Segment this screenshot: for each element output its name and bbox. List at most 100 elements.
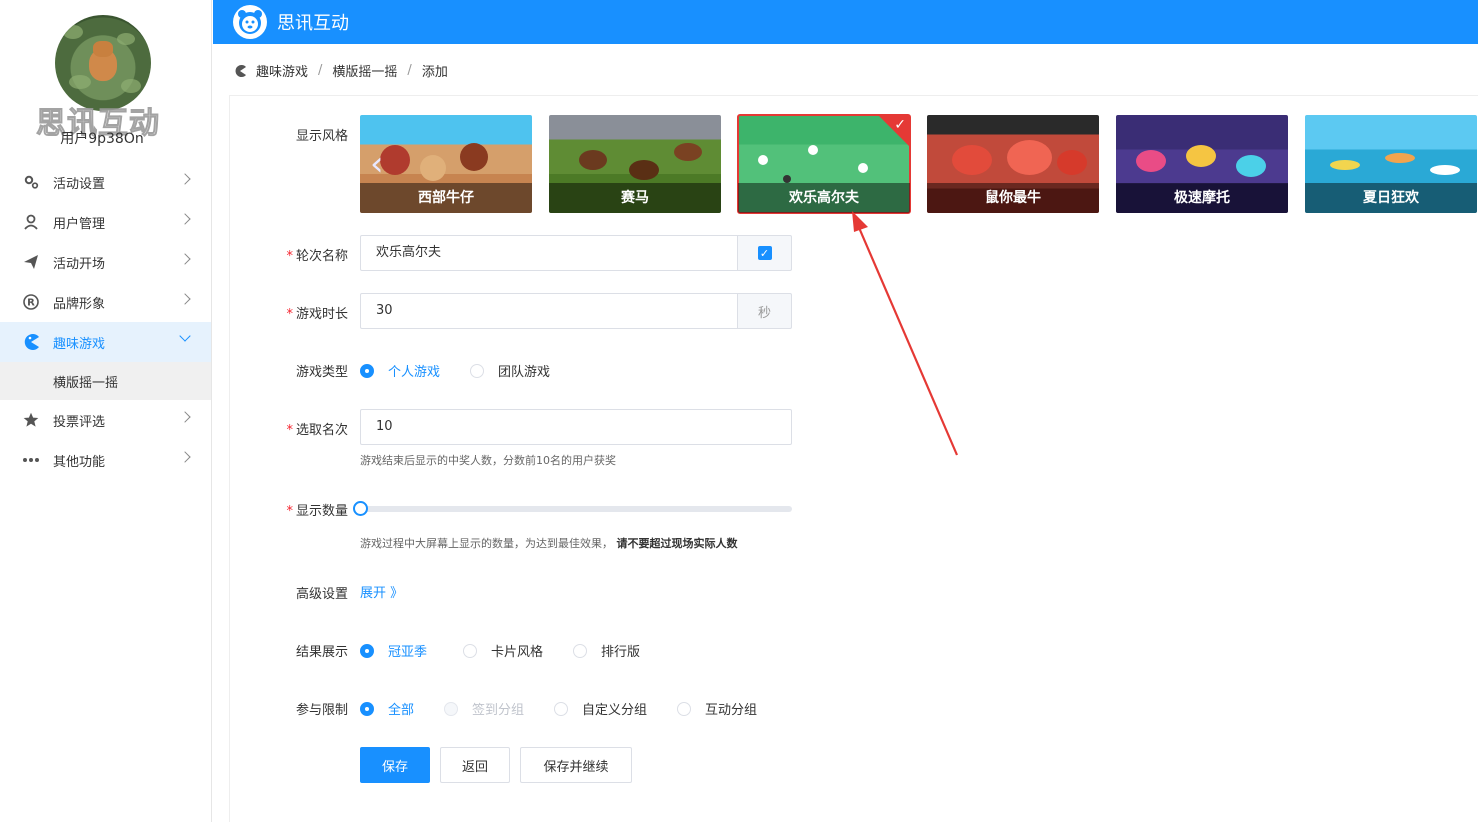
sidebar-subitem-horizontal-shake[interactable]: 横版摇一摇	[0, 362, 211, 400]
user-icon	[22, 213, 40, 231]
style-card-name: 西部牛仔	[360, 183, 532, 213]
chevron-right-icon	[179, 411, 191, 423]
sidebar-item-user-management[interactable]: 用户管理	[0, 202, 211, 242]
check-icon: ✓	[894, 117, 906, 133]
sidebar-item-label: 用户管理	[53, 216, 106, 232]
side-menu: 活动设置 用户管理 活动开场 R 品牌形象 趣味游戏 横版摇一摇 投票评选 其他…	[0, 162, 211, 480]
username: 用户9p38On	[60, 131, 144, 147]
display-count-hint: 游戏过程中大屏幕上显示的数量，为达到最佳效果， 请不要超过现场实际人数	[360, 537, 738, 550]
breadcrumb-separator: /	[318, 63, 323, 78]
advanced-label: 高级设置	[295, 587, 348, 602]
breadcrumb-separator: /	[407, 63, 412, 78]
radio-dot[interactable]	[360, 363, 374, 378]
duration-unit: 秒	[737, 293, 792, 329]
style-card-name: 赛马	[549, 183, 721, 213]
avatar[interactable]	[55, 15, 151, 111]
radio-dot[interactable]	[573, 643, 588, 658]
pacman-icon	[233, 64, 247, 78]
expand-link[interactable]: 展开 》	[360, 582, 403, 601]
chevron-right-icon	[179, 213, 191, 225]
radio-checkin-group: 签到分组	[444, 699, 524, 718]
save-button[interactable]: 保存	[360, 747, 430, 783]
chevron-right-icon	[179, 293, 191, 305]
result-radio-group: 冠亚季 卡片风格 排行版	[360, 641, 670, 660]
chevron-down-icon	[179, 330, 191, 342]
style-picker: ‹ 西部牛仔 赛马 ✓ 欢乐高尔夫 鼠你最牛 极速摩托 夏日狂欢	[360, 114, 1477, 214]
round-name-label: * 轮次名称	[286, 249, 348, 264]
game-type-radio-group: 个人游戏 团队游戏	[360, 361, 580, 380]
app-title: 思讯互动	[277, 13, 349, 34]
winners-input[interactable]: 10	[360, 409, 792, 445]
sidebar-item-label: 活动设置	[53, 176, 106, 192]
breadcrumb-item[interactable]: 横版摇一摇	[332, 61, 397, 80]
limit-label: 参与限制	[295, 703, 348, 718]
back-button[interactable]: 返回	[440, 747, 510, 783]
style-card-horse-racing[interactable]: 赛马	[549, 115, 721, 213]
chevron-right-icon	[179, 173, 191, 185]
breadcrumb-item-current: 添加	[421, 65, 448, 80]
gears-icon	[22, 173, 40, 191]
winners-label: * 选取名次	[286, 423, 348, 438]
breadcrumb: 趣味游戏 / 横版摇一摇 / 添加	[233, 61, 448, 80]
style-card-speed-moto[interactable]: 极速摩托	[1116, 115, 1288, 213]
sidebar-item-activity-opening[interactable]: 活动开场	[0, 242, 211, 282]
pacman-icon	[22, 333, 40, 351]
style-label: 显示风格	[295, 129, 348, 144]
style-card-summer-carnival[interactable]: 夏日狂欢	[1305, 115, 1477, 213]
radio-podium[interactable]: 冠亚季	[360, 641, 427, 660]
registered-icon: R	[22, 293, 40, 311]
radio-dot[interactable]	[677, 701, 692, 716]
radio-team-game[interactable]: 团队游戏	[470, 361, 550, 380]
duration-input[interactable]: 30	[360, 293, 738, 329]
display-count-slider-handle[interactable]	[353, 501, 368, 516]
star-icon	[22, 411, 40, 429]
chevron-right-icon	[179, 451, 191, 463]
radio-dot	[444, 701, 459, 716]
sidebar-item-voting[interactable]: 投票评选	[0, 400, 211, 440]
style-card-name: 夏日狂欢	[1305, 183, 1477, 213]
round-name-checkbox-addon[interactable]: ✓	[737, 235, 792, 271]
breadcrumb-item[interactable]: 趣味游戏	[256, 61, 308, 80]
radio-custom-group[interactable]: 自定义分组	[554, 699, 647, 718]
sidebar-item-label: 活动开场	[53, 256, 106, 272]
sidebar-item-fun-games[interactable]: 趣味游戏	[0, 322, 211, 362]
radio-personal-game[interactable]: 个人游戏	[360, 361, 440, 380]
round-name-input[interactable]: 欢乐高尔夫	[360, 235, 738, 271]
game-type-label: 游戏类型	[295, 365, 348, 380]
top-header: 思讯互动	[213, 0, 1478, 44]
more-dots-icon	[22, 451, 40, 469]
winners-hint: 游戏结束后显示的中奖人数，分数前10名的用户获奖	[360, 454, 616, 467]
radio-dot[interactable]	[470, 363, 485, 378]
duration-label: * 游戏时长	[286, 307, 348, 322]
radio-dot[interactable]	[554, 701, 569, 716]
result-label: 结果展示	[295, 645, 348, 660]
radio-ranking[interactable]: 排行版	[573, 641, 640, 660]
sidebar-item-label: 投票评选	[53, 414, 106, 430]
display-count-slider-track[interactable]	[360, 506, 792, 512]
sidebar-item-label: 其他功能	[53, 454, 106, 470]
save-continue-button[interactable]: 保存并继续	[520, 747, 632, 783]
sidebar-item-label: 趣味游戏	[53, 336, 106, 352]
radio-dot[interactable]	[360, 643, 374, 658]
app-logo-icon	[233, 5, 267, 39]
radio-all[interactable]: 全部	[360, 699, 414, 718]
checkbox-checked-icon[interactable]: ✓	[757, 246, 772, 260]
svg-text:R: R	[27, 298, 35, 309]
display-count-label: * 显示数量	[286, 504, 348, 519]
style-card-happy-golf[interactable]: ✓ 欢乐高尔夫	[737, 114, 911, 214]
style-card-western-cowboy[interactable]: ‹ 西部牛仔	[360, 115, 532, 213]
sidebar: 思讯互动 用户9p38On 活动设置 用户管理 活动开场 R 品牌形象 趣味游戏…	[0, 0, 212, 822]
paper-plane-icon	[22, 253, 40, 271]
annotation-arrow	[852, 211, 959, 456]
sidebar-item-other-features[interactable]: 其他功能	[0, 440, 211, 480]
radio-dot[interactable]	[463, 643, 478, 658]
radio-interactive-group[interactable]: 互动分组	[677, 699, 757, 718]
chevron-right-icon	[179, 253, 191, 265]
radio-card-style[interactable]: 卡片风格	[463, 641, 543, 660]
style-card-mouse-best[interactable]: 鼠你最牛	[927, 115, 1099, 213]
limit-radio-group: 全部 签到分组 自定义分组 互动分组	[360, 699, 787, 718]
radio-dot[interactable]	[360, 701, 374, 716]
sidebar-item-activity-settings[interactable]: 活动设置	[0, 162, 211, 202]
sidebar-item-brand-image[interactable]: R 品牌形象	[0, 282, 211, 322]
carousel-prev-icon[interactable]: ‹	[370, 147, 384, 181]
